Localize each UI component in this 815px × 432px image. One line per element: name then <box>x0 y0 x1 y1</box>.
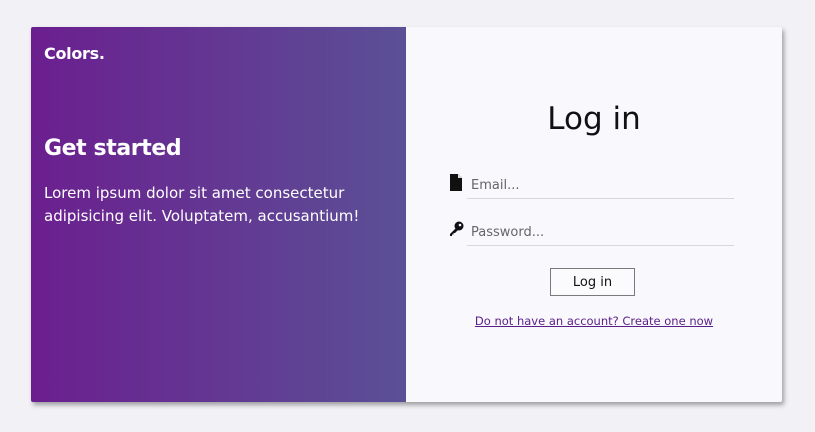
hero-title: Get started <box>44 136 182 161</box>
hero-panel: Colors. Get started Lorem ipsum dolor si… <box>31 27 406 402</box>
login-button[interactable]: Log in <box>550 268 635 296</box>
email-field <box>449 170 734 200</box>
key-icon <box>449 221 464 239</box>
login-panel: Log in Log in Do not have an accoun <box>406 27 782 402</box>
login-title: Log in <box>547 101 641 137</box>
brand-logo: Colors. <box>44 44 105 63</box>
password-field <box>449 217 734 247</box>
login-card: Colors. Get started Lorem ipsum dolor si… <box>31 27 782 402</box>
hero-text: Lorem ipsum dolor sit amet consectetur a… <box>44 184 360 225</box>
create-account-link[interactable]: Do not have an account? Create one now <box>406 314 782 328</box>
password-input[interactable] <box>467 219 734 246</box>
file-icon <box>449 174 463 192</box>
email-input[interactable] <box>467 172 734 199</box>
